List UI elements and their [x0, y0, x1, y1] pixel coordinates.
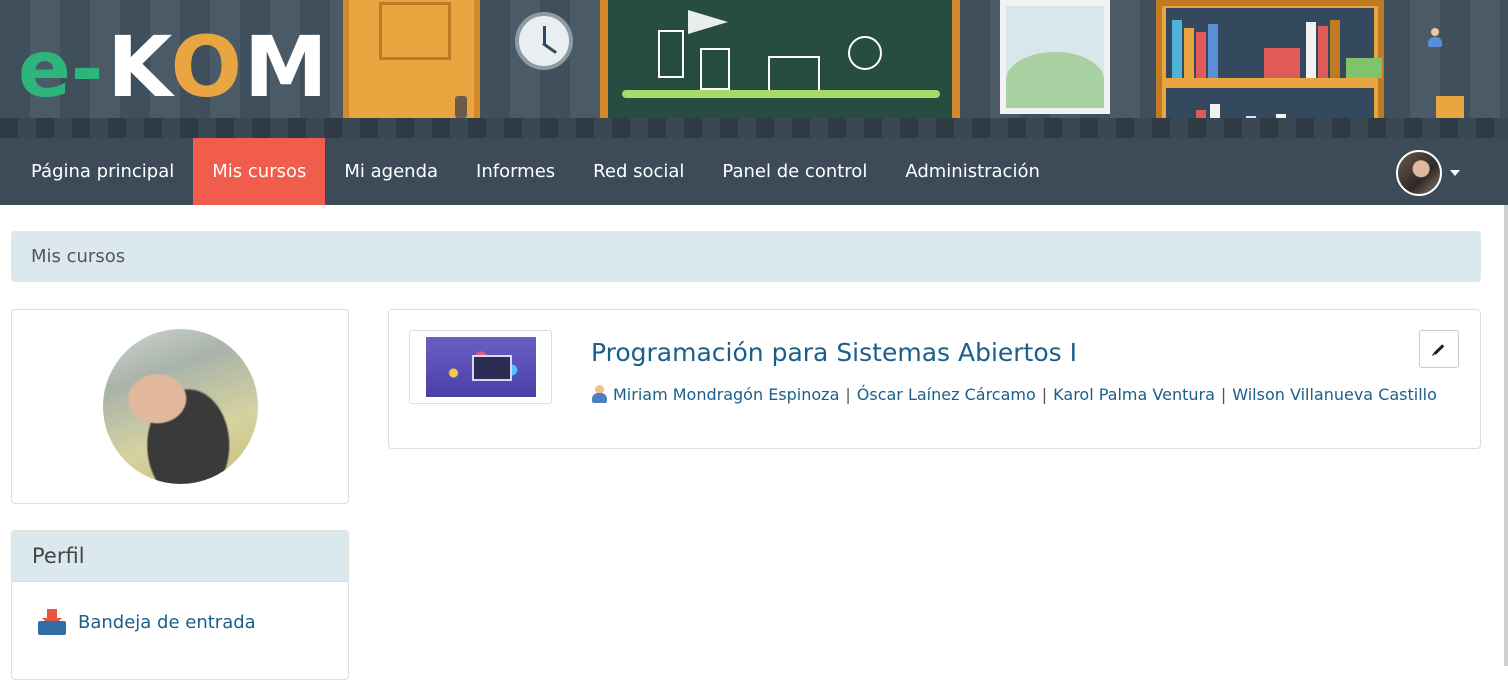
- window-illustration: [1000, 0, 1110, 114]
- perfil-title: Perfil: [12, 531, 348, 582]
- nav-item-administracion[interactable]: Administración: [886, 138, 1059, 205]
- course-title-link[interactable]: Programación para Sistemas Abiertos I: [591, 338, 1077, 367]
- chalkboard-illustration: [600, 0, 960, 128]
- user-icon: [1428, 28, 1442, 48]
- teacher-link[interactable]: Miriam Mondragón Espinoza: [613, 385, 839, 404]
- perfil-item-inbox[interactable]: Bandeja de entrada: [38, 609, 256, 635]
- edit-course-button[interactable]: [1419, 330, 1459, 368]
- teacher-link[interactable]: Wilson Villanueva Castillo: [1232, 385, 1437, 404]
- profile-photo-card: [11, 309, 349, 504]
- breadcrumb: Mis cursos: [11, 231, 1481, 282]
- main-navbar: Página principal Mis cursos Mi agenda In…: [0, 138, 1508, 205]
- nav-item-informes[interactable]: Informes: [457, 138, 574, 205]
- inbox-link[interactable]: Bandeja de entrada: [78, 612, 256, 633]
- teacher-icon: [591, 384, 607, 404]
- caret-down-icon[interactable]: [1450, 170, 1460, 176]
- pencil-icon: [1433, 343, 1445, 355]
- nav-item-panel-de-control[interactable]: Panel de control: [703, 138, 886, 205]
- nav-item-mis-cursos[interactable]: Mis cursos: [193, 138, 326, 205]
- nav-item-pagina-principal[interactable]: Página principal: [12, 138, 193, 205]
- teacher-separator: |: [1220, 384, 1227, 404]
- course-card: Programación para Sistemas Abiertos I Mi…: [388, 309, 1481, 449]
- scrollbar[interactable]: [1504, 205, 1508, 666]
- clock-illustration: [515, 12, 573, 70]
- ekom-logo[interactable]: e- KOM: [18, 14, 330, 109]
- user-menu-toggle[interactable]: [1396, 150, 1460, 196]
- breadcrumb-current: Mis cursos: [31, 246, 126, 267]
- teacher-separator: |: [845, 384, 851, 404]
- teacher-link[interactable]: Óscar Laínez Cárcamo: [857, 385, 1036, 404]
- profile-avatar[interactable]: [103, 329, 258, 484]
- nav-item-red-social[interactable]: Red social: [574, 138, 703, 205]
- perfil-block: Perfil Bandeja de entrada: [11, 530, 349, 680]
- header-banner: e- KOM: [0, 0, 1508, 138]
- avatar[interactable]: [1396, 150, 1442, 196]
- teacher-link[interactable]: Karol Palma Ventura: [1053, 385, 1215, 404]
- inbox-icon: [38, 609, 66, 635]
- banner-floor: [0, 118, 1508, 138]
- teacher-separator: |: [1041, 384, 1048, 404]
- course-teachers: Miriam Mondragón Espinoza | Óscar Laínez…: [591, 384, 1437, 404]
- nav-menu: Página principal Mis cursos Mi agenda In…: [12, 138, 1059, 205]
- course-image: [426, 337, 536, 397]
- course-thumbnail[interactable]: [409, 330, 552, 404]
- nav-item-mi-agenda[interactable]: Mi agenda: [325, 138, 457, 205]
